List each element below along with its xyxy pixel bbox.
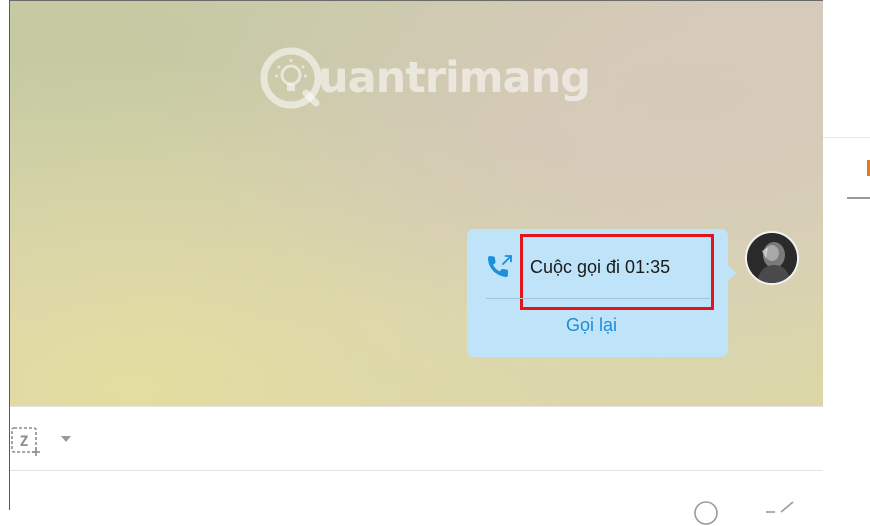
chat-toolbar: [10, 406, 823, 471]
user-avatar-image: [747, 233, 797, 283]
emoji-icon[interactable]: [693, 500, 719, 526]
bubble-divider: [486, 298, 710, 299]
right-panel-divider: [823, 137, 870, 138]
lightbulb-icon: [260, 47, 322, 109]
chevron-down-icon[interactable]: [60, 435, 72, 443]
avatar[interactable]: [745, 231, 799, 285]
send-icon[interactable]: [763, 500, 797, 514]
call-back-link[interactable]: Gọi lại: [566, 315, 617, 336]
screenshot-icon-letter: Z: [20, 434, 28, 450]
right-panel-underline: [847, 197, 870, 199]
outgoing-call-icon: [488, 255, 512, 277]
screenshot-icon[interactable]: Z: [10, 425, 40, 457]
watermark-logo: uantrimang: [258, 45, 591, 111]
watermark-text: uantrimang: [318, 53, 591, 103]
right-side-panel: [823, 0, 870, 510]
bubble-tail: [727, 264, 736, 282]
